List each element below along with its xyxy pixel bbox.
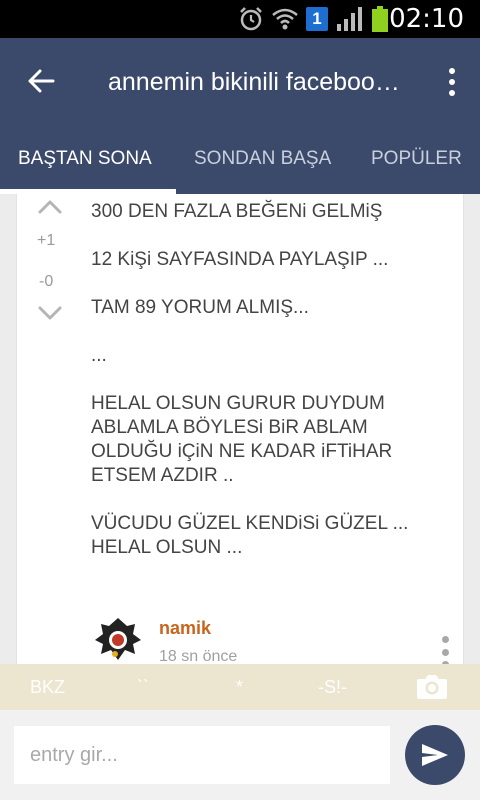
tab-populer[interactable]: POPÜLER [371, 124, 462, 194]
alarm-icon [240, 7, 262, 31]
tab-bastan-sona[interactable]: BAŞTAN SONA [18, 124, 152, 194]
tab-bar: BAŞTAN SONA SONDAN BAŞA POPÜLER [0, 124, 480, 194]
wifi-icon [272, 8, 298, 30]
overflow-menu-button[interactable] [442, 60, 462, 104]
entry-paragraph: ... [91, 345, 107, 366]
entry-body: 300 DEN FAZLA BEĞENi GELMiŞ 12 KiŞi SAYF… [91, 200, 441, 584]
star-button[interactable]: * [236, 664, 243, 710]
tab-sondan-basa[interactable]: SONDAN BAŞA [194, 124, 331, 194]
entry-timestamp: 18 sn önce [159, 648, 238, 664]
format-toolbar: BKZ `` * -S!- [0, 664, 480, 710]
bkz-button[interactable]: BKZ [30, 664, 65, 710]
entry-list[interactable]: +1 -0 300 DEN FAZLA BEĞENi GELMiŞ 12 KiŞ… [0, 194, 480, 664]
upvote-icon[interactable] [37, 196, 63, 216]
entry-input[interactable] [14, 726, 390, 784]
entry-menu-button[interactable] [439, 636, 451, 664]
spoiler-button[interactable]: -S!- [318, 664, 347, 710]
downvote-count: -0 [39, 273, 54, 290]
upvote-count: +1 [37, 232, 56, 249]
entry-composer [0, 710, 480, 800]
downvote-icon[interactable] [37, 304, 63, 324]
overflow-menu-icon [449, 68, 455, 74]
entry-paragraph: TAM 89 YORUM ALMIŞ... [91, 297, 309, 318]
entry-card: +1 -0 300 DEN FAZLA BEĞENi GELMiŞ 12 KiŞ… [16, 194, 464, 664]
status-bar: 1 02:10 [0, 0, 480, 38]
status-icons: 1 [238, 6, 388, 32]
app-bar: annemin bikinili facebook fotoğrafı [0, 38, 480, 124]
notification-badge: 1 [306, 7, 328, 31]
entry-author-row: namik 18 sn önce [91, 614, 451, 664]
author-name[interactable]: namik [159, 618, 211, 639]
arrow-left-icon [28, 69, 55, 93]
entry-paragraph: 12 KiŞi SAYFASINDA PAYLAŞIP ... [91, 249, 389, 270]
send-icon [422, 744, 448, 766]
backtick-button[interactable]: `` [137, 664, 149, 710]
entry-paragraph: VÜCUDU GÜZEL KENDiSi GÜZEL ... HELAL OLS… [91, 513, 409, 558]
avatar[interactable] [91, 614, 145, 664]
battery-icon [372, 6, 388, 32]
camera-icon[interactable] [416, 672, 448, 700]
entry-paragraph: HELAL OLSUN GURUR DUYDUM ABLAMLA BÖYLESi… [91, 393, 393, 486]
back-button[interactable] [18, 58, 64, 104]
more-vert-icon [441, 636, 449, 643]
clock: 02:10 [389, 4, 464, 34]
page-title: annemin bikinili facebook fotoğrafı [108, 68, 408, 96]
entry-paragraph: 300 DEN FAZLA BEĞENi GELMiŞ [91, 201, 383, 222]
signal-icon [337, 7, 362, 31]
send-button[interactable] [405, 725, 465, 785]
